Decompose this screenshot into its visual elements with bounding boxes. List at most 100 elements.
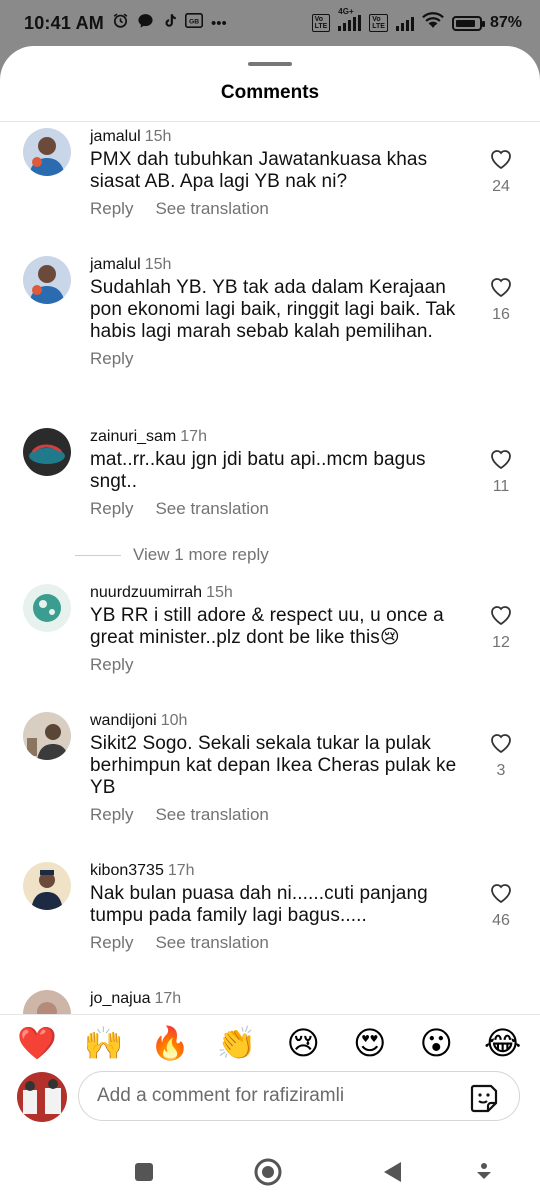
like-button[interactable]: 16 — [488, 276, 514, 324]
comment-composer — [0, 1068, 540, 1124]
reply-button[interactable]: Reply — [90, 655, 133, 674]
comment-item: nuurdzuumirrah 15h YB RR i still adore & … — [0, 578, 540, 706]
heart-icon — [491, 150, 511, 170]
comment-item: jo_najua 17h — [0, 984, 540, 1014]
comment-actions: Reply See translation — [90, 199, 460, 219]
reply-button[interactable]: Reply — [90, 933, 133, 952]
volte-icon: Vo LTE — [311, 14, 331, 32]
comment-actions: Reply See translation — [90, 933, 460, 953]
emoji-crying-button[interactable]: 😢 — [281, 1024, 325, 1066]
heart-icon — [491, 884, 511, 904]
avatar[interactable] — [23, 584, 71, 632]
comment-text: Sudahlah YB. YB tak ada dalam Kerajaan p… — [90, 277, 456, 342]
avatar[interactable] — [23, 428, 71, 476]
comment-time: 15h — [206, 584, 233, 601]
divider — [0, 1014, 540, 1015]
sticker-icon[interactable] — [469, 1083, 499, 1113]
comment-actions: Reply — [90, 655, 460, 675]
like-count: 24 — [492, 178, 510, 195]
comment-time: 17h — [167, 862, 195, 879]
reply-thread-line — [75, 555, 121, 556]
like-button[interactable]: 3 — [488, 732, 514, 780]
view-more-replies[interactable]: View 1 more reply — [0, 540, 540, 578]
chat-bubble-icon — [137, 12, 154, 34]
see-translation-button[interactable]: See translation — [155, 933, 268, 952]
comment-username[interactable]: jamalul — [90, 128, 141, 145]
emoji-fire-button[interactable]: 🔥 — [148, 1024, 192, 1066]
drag-handle[interactable] — [248, 62, 292, 66]
comment-time: 15h — [144, 256, 172, 273]
like-button[interactable]: 24 — [488, 148, 514, 196]
comment-input[interactable] — [97, 1072, 457, 1120]
see-translation-button[interactable]: See translation — [155, 499, 268, 518]
comment-username[interactable]: nuurdzuumirrah — [90, 584, 202, 601]
wifi-icon — [422, 12, 444, 34]
network-type: 4G+ — [338, 7, 354, 16]
comments-list[interactable]: jamalul 15h PMX dah tubuhkan Jawatankuasa… — [0, 122, 540, 1014]
comment-username[interactable]: zainuri_sam — [90, 428, 176, 445]
comment-item: zainuri_sam 17h mat..rr..kau jgn jdi batu… — [0, 422, 540, 540]
status-right: Vo LTE 4G+ Vo LTE 87% — [311, 7, 522, 34]
avatar[interactable] — [23, 862, 71, 910]
reply-button[interactable]: Reply — [90, 805, 133, 824]
reply-button[interactable]: Reply — [90, 349, 133, 368]
emoji-clap-button[interactable]: 👏 — [215, 1024, 259, 1066]
avatar[interactable] — [23, 256, 71, 304]
comment-actions: Reply — [90, 349, 460, 369]
see-translation-button[interactable]: See translation — [155, 805, 268, 824]
back-triangle-icon[interactable] — [372, 1152, 412, 1192]
emoji-laughing-button[interactable]: 😂 — [481, 1024, 525, 1066]
like-button[interactable]: 46 — [488, 882, 514, 930]
avatar[interactable] — [23, 128, 71, 176]
view-more-replies-label[interactable]: View 1 more reply — [133, 545, 269, 565]
comment-header: wandijoni 10h — [90, 706, 460, 730]
svg-text:GB: GB — [189, 19, 199, 26]
comment-item: jamalul 15h Sudahlah YB. YB tak ada dalam… — [0, 250, 540, 422]
comment-username[interactable]: kibon3735 — [90, 862, 164, 879]
comment-text: YB RR i still adore & respect uu, u once… — [90, 605, 444, 648]
reply-button[interactable]: Reply — [90, 499, 133, 518]
comment-actions: Reply See translation — [90, 805, 460, 825]
alarm-icon — [112, 12, 129, 34]
gb-icon: GB — [184, 12, 204, 33]
like-count: 11 — [492, 478, 510, 495]
like-button[interactable]: 11 — [488, 448, 514, 496]
like-button[interactable]: 12 — [488, 604, 514, 652]
status-bar: 10:41 AM GB ••• Vo LTE 4G+ Vo LTE 87% — [0, 0, 540, 46]
see-translation-button[interactable]: See translation — [155, 199, 268, 218]
comment-header: nuurdzuumirrah 15h — [90, 578, 460, 602]
avatar[interactable] — [23, 712, 71, 760]
comment-input-box[interactable] — [78, 1071, 520, 1121]
comment-username[interactable]: jo_najua — [90, 990, 151, 1007]
comment-username[interactable]: jamalul — [90, 256, 141, 273]
heart-icon — [491, 734, 511, 754]
comment-header: zainuri_sam 17h — [90, 422, 460, 446]
comment-text: mat..rr..kau jgn jdi batu api..mcm bagus… — [90, 449, 426, 492]
emoji-surprised-button[interactable]: 😮 — [414, 1024, 458, 1066]
heart-icon — [491, 450, 511, 470]
signal-icon-2 — [395, 15, 414, 31]
sheet-title: Comments — [220, 82, 320, 103]
emoji-heart-button[interactable]: ❤️ — [15, 1024, 59, 1066]
avatar[interactable] — [23, 990, 71, 1014]
home-circle-icon[interactable] — [248, 1152, 288, 1192]
my-avatar[interactable] — [17, 1072, 67, 1122]
more-dots-icon: ••• — [210, 14, 227, 32]
quick-emoji-bar: ❤️ 🙌 🔥 👏 😢 😍 😮 😂 — [0, 1024, 540, 1066]
comment-item: wandijoni 10h Sikit2 Sogo. Sekali sekala … — [0, 706, 540, 856]
reply-button[interactable]: Reply — [90, 199, 133, 218]
recents-square-icon[interactable] — [124, 1152, 164, 1192]
assistant-icon[interactable] — [464, 1152, 504, 1192]
emoji-raised-hands-button[interactable]: 🙌 — [82, 1024, 126, 1066]
comment-username[interactable]: wandijoni — [90, 712, 157, 729]
tiktok-icon — [162, 12, 177, 34]
comment-time: 17h — [154, 990, 182, 1007]
comment-header: jamalul 15h — [90, 250, 460, 274]
comment-time: 15h — [144, 128, 172, 145]
heart-icon — [491, 278, 511, 298]
comment-time: 10h — [160, 712, 188, 729]
comments-sheet: Comments jamalul 15h PMX dah tubuhkan Jaw… — [0, 46, 540, 1200]
comment-header: kibon3735 17h — [90, 856, 460, 880]
like-count: 3 — [496, 762, 506, 779]
emoji-heart-eyes-button[interactable]: 😍 — [348, 1024, 392, 1066]
